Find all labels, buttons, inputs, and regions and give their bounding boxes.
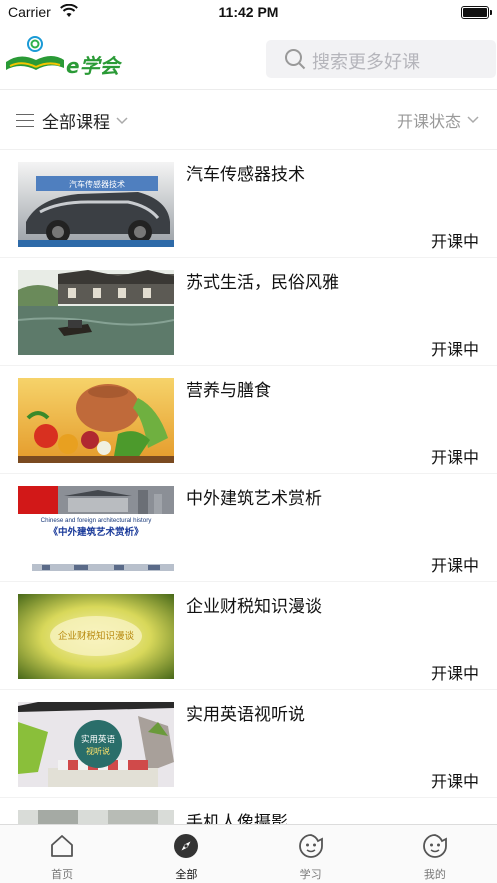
course-status: 开课中 (430, 340, 479, 359)
course-item[interactable]: 实用英语 视听说 实用英语视听说 开课中 (0, 690, 497, 798)
list-icon (16, 113, 34, 128)
course-status: 开课中 (430, 556, 479, 575)
course-title: 汽车传感器技术 (186, 165, 305, 185)
clock: 11:42 PM (218, 4, 279, 20)
course-title: 营养与膳食 (186, 381, 271, 401)
course-item[interactable]: Chinese and foreign architectural histor… (0, 474, 497, 582)
tab-label: 我的 (423, 868, 446, 881)
compass-icon (174, 834, 199, 858)
thumb-caption: 《中外建筑艺术赏析》 (48, 526, 143, 538)
course-thumbnail: 实用英语 视听说 (18, 702, 174, 787)
all-courses-label: 全部课程 (42, 113, 110, 133)
all-courses-dropdown[interactable]: 全部课程 (16, 108, 128, 133)
filter-bar: 全部课程 开课状态 (0, 90, 497, 150)
app-header: e学会 搜索更多好课 (0, 32, 497, 90)
thumb-caption: 汽车传感器技术 (69, 179, 125, 189)
course-status-dropdown[interactable]: 开课状态 (397, 108, 479, 132)
tab-all[interactable]: 全部 (124, 825, 248, 883)
status-bar: Carrier 11:42 PM (0, 0, 497, 26)
chevron-down-icon (467, 116, 479, 124)
search-input[interactable]: 搜索更多好课 (266, 40, 496, 78)
course-title: 苏式生活，民俗风雅 (186, 273, 339, 293)
course-thumbnail: 汽车传感器技术 (18, 162, 174, 247)
tab-label: 全部 (175, 868, 198, 881)
course-thumbnail: 企业财税知识漫谈 (18, 594, 174, 679)
course-item[interactable]: 营养与膳食 开课中 (0, 366, 497, 474)
smiley-icon (423, 834, 447, 858)
course-item[interactable]: 苏式生活，民俗风雅 开课中 (0, 258, 497, 366)
thumb-caption: 企业财税知识漫谈 (58, 630, 135, 642)
course-status: 开课中 (430, 448, 479, 467)
home-icon (51, 835, 74, 857)
course-status: 开课中 (430, 232, 479, 251)
course-thumbnail (18, 378, 174, 463)
app-logo[interactable]: e学会 (2, 34, 120, 82)
tab-mine[interactable]: 我的 (373, 825, 497, 883)
smiley-icon (298, 834, 323, 858)
course-status-label: 开课状态 (396, 112, 461, 131)
course-item[interactable]: 手机人像摄影 (0, 798, 497, 824)
course-title: 手机人像摄影 (186, 813, 288, 824)
search-placeholder: 搜索更多好课 (312, 52, 420, 73)
course-status: 开课中 (430, 664, 479, 683)
thumb-caption-2: 视听说 (86, 746, 110, 756)
logo-text: e学会 (66, 54, 120, 78)
tab-home[interactable]: 首页 (0, 825, 124, 883)
chevron-down-icon (116, 116, 128, 124)
course-list: 汽车传感器技术 汽车传感器技术 开课中 苏式生活，民俗风雅 开课中 营养与膳食 … (0, 150, 497, 824)
search-icon (285, 49, 306, 70)
course-thumbnail (18, 810, 174, 824)
course-title: 企业财税知识漫谈 (186, 597, 322, 617)
tab-bar: 首页 全部 学习 我的 (0, 824, 497, 883)
course-title: 中外建筑艺术赏析 (186, 489, 322, 509)
course-thumbnail: Chinese and foreign architectural histor… (18, 486, 174, 571)
course-item[interactable]: 汽车传感器技术 汽车传感器技术 开课中 (0, 150, 497, 258)
tab-study[interactable]: 学习 (249, 825, 373, 883)
course-title: 实用英语视听说 (186, 705, 305, 725)
course-thumbnail (18, 270, 174, 355)
battery-icon (461, 6, 492, 19)
course-item[interactable]: 企业财税知识漫谈 企业财税知识漫谈 开课中 (0, 582, 497, 690)
course-status: 开课中 (430, 772, 479, 791)
tab-label: 首页 (51, 868, 74, 881)
thumb-caption-en: Chinese and foreign architectural histor… (41, 517, 153, 524)
tab-label: 学习 (299, 868, 322, 881)
thumb-caption: 实用英语 (81, 734, 116, 745)
